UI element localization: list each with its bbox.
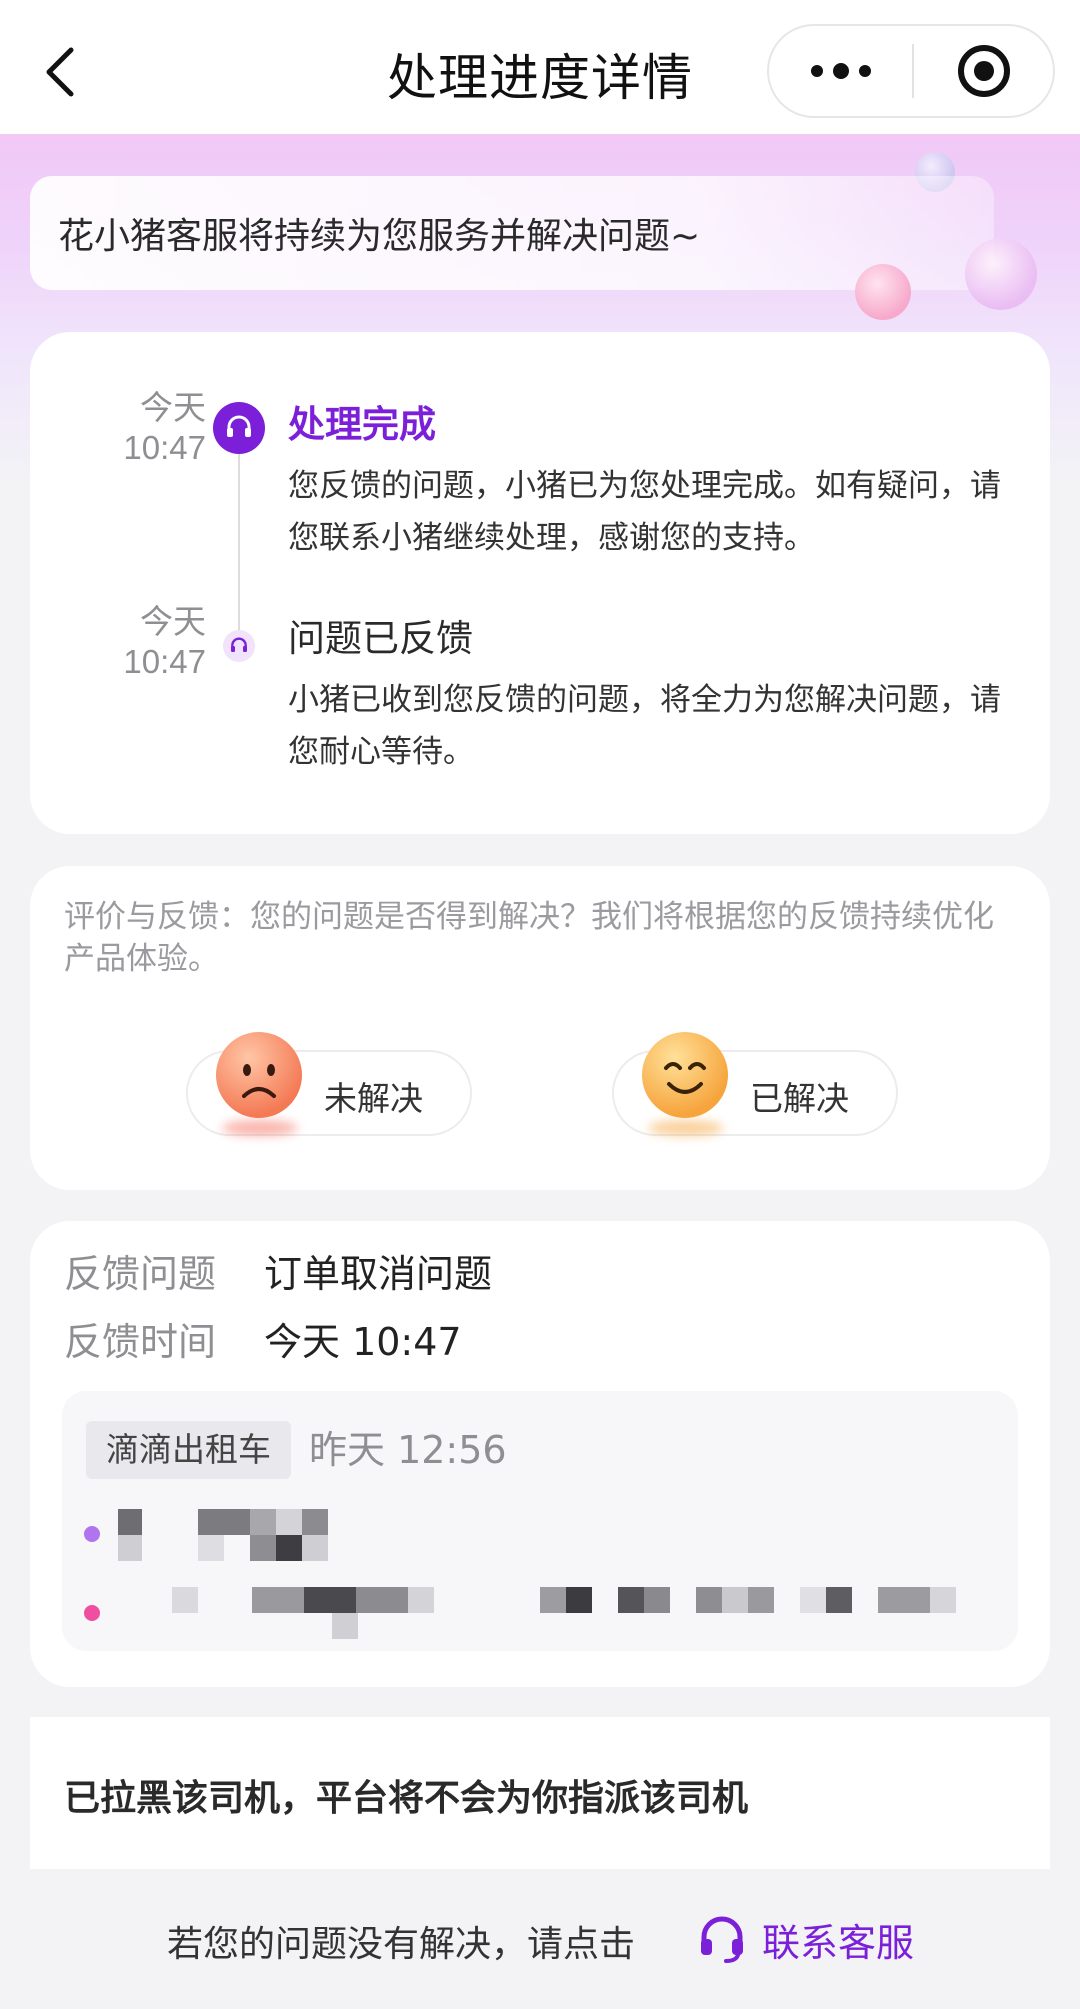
blacklist-notice: 已拉黑该司机，平台将不会为你指派该司机 <box>30 1717 1050 1869</box>
feedback-prompt: 评价与反馈：您的问题是否得到解决？我们将根据您的反馈持续优化产品体验。 <box>64 899 994 977</box>
close-button[interactable] <box>914 26 1053 116</box>
headset-icon <box>231 637 247 652</box>
solved-button[interactable]: 已解决 <box>612 1032 898 1136</box>
order-time: 昨天 12:56 <box>309 1428 507 1472</box>
mini-program-capsule <box>767 24 1055 118</box>
unsolved-label: 未解决 <box>324 1079 423 1118</box>
navbar: 处理进度详情 <box>0 0 1080 134</box>
timeline-title: 处理完成 <box>288 403 436 446</box>
sad-face-icon <box>216 1032 302 1118</box>
headset-icon <box>701 1916 743 1963</box>
order-summary[interactable]: 滴滴出租车 昨天 12:56 <box>62 1391 1018 1651</box>
solved-label: 已解决 <box>750 1079 849 1118</box>
unsolved-button[interactable]: 未解决 <box>186 1032 472 1136</box>
issue-row: 反馈问题 订单取消问题 <box>64 1249 492 1299</box>
happy-face-icon <box>642 1032 728 1118</box>
time-value: 今天 10:47 <box>264 1320 462 1364</box>
contact-service-label: 联系客服 <box>762 1920 915 1965</box>
timeline-title: 问题已反馈 <box>288 617 473 660</box>
timeline-node-active <box>213 402 265 454</box>
feedback-info-card: 反馈问题 订单取消问题 反馈时间 今天 10:47 滴滴出租车 昨天 12:56 <box>30 1221 1050 1687</box>
timeline-time: 10:47 <box>123 429 206 466</box>
timeline-desc: 您反馈的问题，小猪已为您处理完成。如有疑问，请您联系小猪继续处理，感谢您的支持。 <box>288 468 1001 556</box>
heart-bubble-icon <box>855 264 911 320</box>
feedback-card: 评价与反馈：您的问题是否得到解决？我们将根据您的反馈持续优化产品体验。 未解决 … <box>30 866 1050 1190</box>
footer: 若您的问题没有解决，请点击 联系客服 <box>0 1869 1080 2009</box>
emoji-shadow <box>648 1120 724 1136</box>
emoji-shadow <box>222 1120 298 1136</box>
contact-service-button[interactable]: 联系客服 <box>696 1907 914 1971</box>
headset-icon <box>227 415 251 437</box>
timeline-time: 10:47 <box>123 643 206 680</box>
time-row: 反馈时间 今天 10:47 <box>64 1317 462 1367</box>
footer-hint: 若您的问题没有解决，请点击 <box>167 1924 636 1965</box>
service-notice: 花小猪客服将持续为您服务并解决问题~ <box>30 176 994 290</box>
more-button[interactable] <box>769 26 912 116</box>
timeline-connector <box>238 442 240 632</box>
more-dots-icon <box>810 63 871 79</box>
timeline-desc: 小猪已收到您反馈的问题，将全力为您解决问题，请您耐心等待。 <box>288 682 1001 770</box>
issue-value: 订单取消问题 <box>264 1252 493 1296</box>
time-key: 反馈时间 <box>64 1320 217 1364</box>
timeline-node-inactive <box>223 630 255 662</box>
orb-bubble-icon <box>965 238 1037 310</box>
timeline-day: 今天 <box>140 603 206 640</box>
service-tag: 滴滴出租车 <box>86 1421 291 1479</box>
timeline-day: 今天 <box>140 389 206 426</box>
blacklist-text: 已拉黑该司机，平台将不会为你指派该司机 <box>64 1778 749 1819</box>
service-notice-text: 花小猪客服将持续为您服务并解决问题~ <box>58 216 701 257</box>
end-dot <box>84 1605 100 1621</box>
issue-key: 反馈问题 <box>64 1252 217 1296</box>
start-dot <box>84 1526 100 1542</box>
target-close-icon <box>957 45 1010 97</box>
progress-timeline: 今天 10:47 处理完成 您反馈的问题，小猪已为您处理完成。如有疑问，请您联系… <box>30 332 1050 834</box>
